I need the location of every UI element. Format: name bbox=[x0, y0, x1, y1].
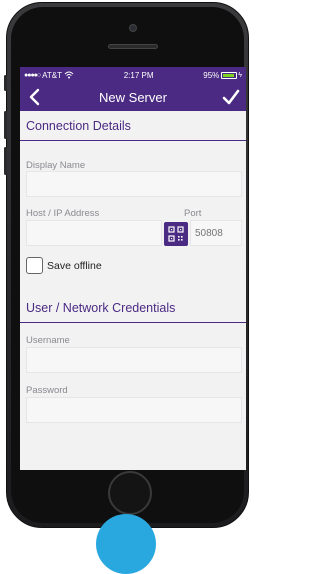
battery-level bbox=[223, 73, 235, 77]
mute-switch bbox=[4, 75, 7, 91]
status-time: 2:17 PM bbox=[123, 70, 154, 80]
display-name-label: Display Name bbox=[26, 160, 86, 171]
carrier-name: AT&T bbox=[42, 70, 62, 80]
host-field[interactable] bbox=[26, 220, 162, 246]
battery-icon bbox=[221, 71, 238, 79]
save-offline-checkbox[interactable] bbox=[26, 257, 43, 274]
port-label: Port bbox=[184, 208, 202, 219]
blue-circle-decoration bbox=[96, 514, 156, 574]
page-title: New Server bbox=[99, 89, 167, 105]
connection-details-header: Connection Details bbox=[20, 111, 246, 141]
qr-code-icon bbox=[168, 226, 184, 242]
save-offline-label: Save offline bbox=[47, 260, 102, 272]
volume-up-button bbox=[4, 111, 7, 139]
username-label: Username bbox=[26, 335, 70, 346]
password-label: Password bbox=[26, 385, 68, 396]
volume-down-button bbox=[4, 147, 7, 175]
username-field[interactable] bbox=[26, 347, 242, 373]
status-left: ●●●●○ AT&T bbox=[24, 71, 74, 80]
app-screen: ●●●●○ AT&T 2:17 PM 95% ϟ New Server Conn… bbox=[20, 67, 246, 470]
password-field[interactable] bbox=[26, 397, 242, 423]
earpiece-speaker bbox=[108, 44, 158, 49]
checkmark-icon[interactable] bbox=[222, 88, 240, 106]
chevron-left-icon[interactable] bbox=[26, 88, 44, 106]
front-camera bbox=[129, 24, 137, 32]
wifi-icon bbox=[64, 71, 74, 79]
charging-bolt-icon: ϟ bbox=[238, 71, 242, 79]
navigation-bar: New Server bbox=[20, 83, 246, 111]
status-right: 95% ϟ bbox=[203, 71, 242, 80]
credentials-header: User / Network Credentials bbox=[20, 293, 246, 323]
signal-strength-icon: ●●●●○ bbox=[24, 71, 41, 79]
status-bar: ●●●●○ AT&T 2:17 PM 95% ϟ bbox=[20, 67, 246, 83]
scan-qr-button[interactable] bbox=[164, 222, 188, 246]
display-name-field[interactable] bbox=[26, 171, 242, 197]
home-button[interactable] bbox=[108, 471, 152, 515]
port-field[interactable] bbox=[190, 220, 242, 246]
host-label: Host / IP Address bbox=[26, 208, 100, 219]
battery-percent: 95% bbox=[203, 70, 220, 80]
